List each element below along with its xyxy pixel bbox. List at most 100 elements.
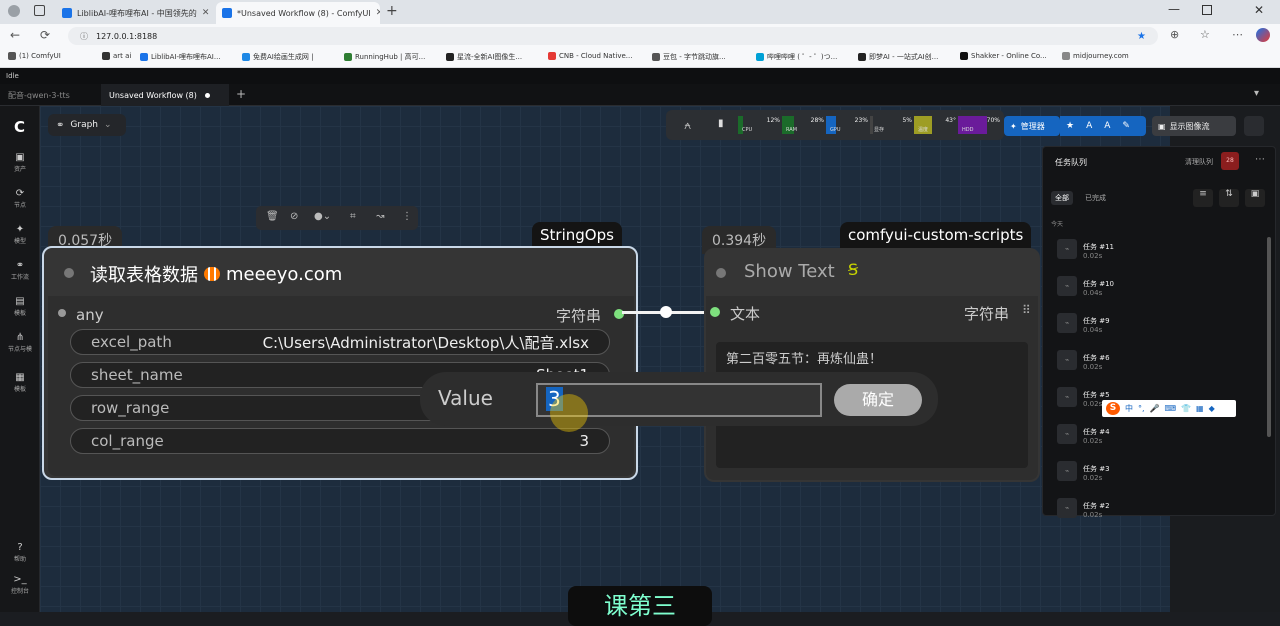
ime-toolbar[interactable]: S 中 °, 🎤 ⌨ 👕 ▦ ◆ (1102, 400, 1236, 417)
star-icon[interactable]: ★ (1137, 31, 1146, 42)
sidebar-item-model[interactable]: ✦ 模型 (0, 224, 40, 245)
close-icon[interactable]: ✕ (202, 8, 210, 18)
input-slot-dot[interactable] (710, 307, 720, 317)
bookmark-item[interactable]: 豆包 - 字节跳动旗... (652, 52, 726, 62)
punctuation-icon: °, (1138, 404, 1145, 413)
sidebar-item-help[interactable]: ? 帮助 (0, 542, 40, 563)
filter-icon[interactable]: ≡ (1193, 189, 1213, 207)
bottom-overlay-label: 课第三 (568, 586, 712, 626)
excel-path-field[interactable]: excel_path C:\Users\Administrator\Desktop… (70, 329, 610, 355)
bookmark-item[interactable]: CNB - Cloud Native... (548, 52, 632, 60)
minimize-icon[interactable]: — (1168, 2, 1180, 16)
extensions-icon[interactable]: ⊕ (1170, 28, 1179, 41)
comfyui-logo-icon[interactable]: C (14, 118, 25, 136)
input-slot-dot[interactable] (58, 309, 66, 317)
queue-thumb-icon: ⌁ (1057, 239, 1077, 259)
bookmark-item[interactable]: midjourney.com (1062, 52, 1129, 60)
sidebar-item-template[interactable]: ▤ 模板 (0, 296, 40, 317)
color-picker-icon[interactable]: ●⌄ (314, 211, 331, 222)
pen-icon[interactable]: ✎ (1122, 121, 1130, 131)
more-icon[interactable]: ⋯ (1232, 28, 1243, 41)
menu-icon[interactable]: ▾ (1254, 88, 1259, 99)
browser-tab-comfyui[interactable]: *Unsaved Workflow (8) - ComfyUI ✕ (216, 2, 380, 24)
profile-icon[interactable] (8, 5, 20, 17)
sidebar-item-terminal[interactable]: >_ 控制台 (0, 574, 40, 595)
info-icon[interactable]: ⓘ (80, 31, 88, 42)
bookmark-item[interactable]: LiblibAI-哩布哩布AI... (140, 52, 221, 62)
bypass-icon[interactable]: ⊘ (290, 211, 298, 222)
bookmark-item[interactable]: 哔哩哔哩 ( ゜- ゜)つ... (756, 52, 837, 62)
fit-icon[interactable]: ⌗ (350, 211, 356, 222)
value-label: Value (438, 386, 493, 410)
bookmark-label: LiblibAI-哩布哩布AI... (151, 53, 221, 61)
queue-thumb-icon: ⌁ (1057, 424, 1077, 444)
queue-item[interactable]: ⌁ 任务 #9 0.04s (1057, 313, 1257, 343)
font-icon[interactable]: A (1086, 121, 1092, 131)
sidebar-item-label: 帮助 (13, 556, 26, 563)
sidebar-item-tree[interactable]: ⋔ 节点与模 (0, 332, 40, 353)
tab-workflow-unsaved[interactable]: Unsaved Workflow (8) (101, 84, 229, 106)
queue-scrollbar[interactable] (1267, 237, 1271, 437)
sort-icon[interactable]: ⇅ (1219, 189, 1239, 207)
queue-item-name: 任务 #3 (1083, 465, 1110, 473)
layout-icon[interactable]: ▣ (1245, 189, 1265, 207)
close-icon[interactable]: ✕ (376, 8, 380, 18)
more-vertical-icon[interactable]: ⋮ (402, 211, 412, 222)
back-arrow-icon[interactable]: ← (10, 28, 20, 42)
queue-item[interactable]: ⌁ 任务 #2 0.02s (1057, 498, 1257, 528)
bookmark-icon[interactable]: ▮ (718, 118, 724, 129)
graph-menu-button[interactable]: ⚭ Graph ⌄ (48, 114, 126, 136)
field-name: sheet_name (91, 366, 183, 384)
show-image-feed-button[interactable]: ▣ 显示图像流 (1152, 116, 1236, 136)
bookmark-item[interactable]: art ai (102, 52, 131, 60)
sidebar-item-workflow[interactable]: ⚭ 工作流 (0, 260, 40, 281)
tab-actions-icon[interactable] (34, 5, 45, 16)
confirm-button[interactable]: 确定 (834, 384, 922, 416)
sidebar-item-grid[interactable]: ▦ 模板 (0, 372, 40, 393)
bookmark-item[interactable]: 即梦AI - 一站式AI创... (858, 52, 938, 62)
clear-queue-button[interactable]: 清理队列 (1185, 157, 1213, 167)
queue-item[interactable]: ⌁ 任务 #6 0.02s (1057, 350, 1257, 380)
delete-icon[interactable]: 🗑 (266, 211, 279, 222)
more-icon[interactable]: ⋯ (1255, 154, 1265, 165)
copilot-icon[interactable] (1256, 28, 1270, 42)
browser-tab-liblib[interactable]: LiblibAI-哩布哩布AI - 中国领先的 ✕ (56, 2, 214, 24)
queue-item[interactable]: ⌁ 任务 #10 0.04s (1057, 276, 1257, 306)
window-close-icon[interactable]: ✕ (1254, 3, 1264, 17)
sidebar-item-node[interactable]: ⟳ 节点 (0, 188, 40, 209)
read-excel-node[interactable]: 读取表格数据 meeeyo.com any 字符串 excel_path C:\U… (42, 246, 638, 480)
queue-item[interactable]: ⌁ 任务 #4 0.02s (1057, 424, 1257, 454)
bookmark-item[interactable]: (1) ComfyUI (8, 52, 61, 60)
reload-icon[interactable]: ⟳ (40, 28, 50, 42)
brush-icon[interactable]: ⍲ (684, 118, 691, 133)
queue-item[interactable]: ⌁ 任务 #11 0.02s (1057, 239, 1257, 269)
tab-workflow-qwen[interactable]: 配音-qwen-3-tts (0, 84, 100, 106)
bookmark-item[interactable]: 免费AI绘画生成网 | (242, 52, 313, 62)
link-midpoint-dot[interactable] (660, 306, 672, 318)
convert-icon[interactable]: ↝ (376, 211, 384, 222)
font-alt-icon[interactable]: A (1104, 121, 1110, 131)
address-bar[interactable]: ⓘ 127.0.0.1:8188 ★ (68, 27, 1158, 45)
tab-all[interactable]: 全部 (1051, 191, 1073, 205)
panel-toggle-icon[interactable] (1244, 116, 1264, 136)
new-tab-plus-icon[interactable]: + (386, 3, 398, 19)
col-range-field[interactable]: col_range 3 (70, 428, 610, 454)
sidebar-item-label: 模型 (13, 238, 26, 245)
maximize-icon[interactable] (1202, 5, 1212, 15)
star-icon[interactable]: ★ (1066, 121, 1074, 131)
queue-item[interactable]: ⌁ 任务 #3 0.02s (1057, 461, 1257, 491)
ime-mode-label: 中 (1125, 404, 1133, 413)
bookmark-item[interactable]: RunningHub | 高可... (344, 52, 425, 62)
queue-item-time: 0.02s (1083, 474, 1103, 482)
tree-icon: ⋔ (15, 332, 25, 343)
image-icon: ▣ (15, 152, 25, 163)
manager-button[interactable]: ✦ 管理器 (1004, 116, 1060, 136)
add-tab-plus-icon[interactable]: + (236, 87, 246, 101)
tab-completed[interactable]: 已完成 (1085, 193, 1106, 203)
bookmark-item[interactable]: 星流-全新AI图像生... (446, 52, 522, 62)
show-text-node[interactable]: Show Text Ꞩ 文本 字符串 ⠿ 第二百零五节：再炼仙蛊！ (704, 248, 1040, 482)
sidebar-item-image[interactable]: ▣ 资产 (0, 152, 40, 173)
favorites-icon[interactable]: ☆ (1200, 28, 1210, 41)
output-slot-label: 字符串 (556, 307, 602, 325)
bookmark-item[interactable]: Shakker - Online Co... (960, 52, 1047, 60)
